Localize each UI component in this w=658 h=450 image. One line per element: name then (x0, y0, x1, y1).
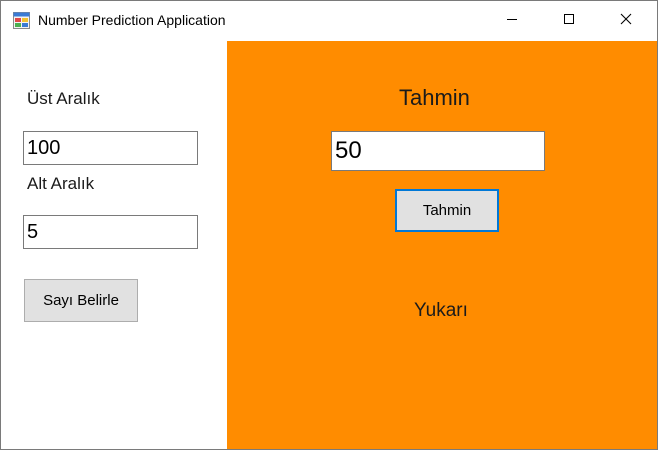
set-number-button[interactable]: Sayı Belirle (24, 279, 138, 322)
title-bar: Number Prediction Application (1, 1, 657, 40)
upper-range-input[interactable] (23, 131, 198, 165)
lower-range-input[interactable] (23, 215, 198, 249)
maximize-icon (563, 12, 575, 30)
close-icon (620, 12, 632, 30)
app-window: Number Prediction Application Üst Aralık… (0, 0, 658, 450)
upper-range-label: Üst Aralık (27, 89, 100, 108)
minimize-icon (506, 12, 518, 30)
window-title: Number Prediction Application (38, 12, 226, 28)
guess-input[interactable] (331, 131, 545, 171)
guess-button[interactable]: Tahmin (395, 189, 499, 232)
guess-panel: Tahmin Tahmin Yukarı (227, 41, 657, 449)
app-window-icon (13, 12, 30, 29)
minimize-button[interactable] (483, 1, 541, 40)
guess-label: Tahmin (399, 85, 470, 110)
lower-range-label: Alt Aralık (27, 174, 95, 193)
result-label: Yukarı (414, 300, 468, 321)
maximize-button[interactable] (540, 1, 598, 40)
close-button[interactable] (597, 1, 655, 40)
